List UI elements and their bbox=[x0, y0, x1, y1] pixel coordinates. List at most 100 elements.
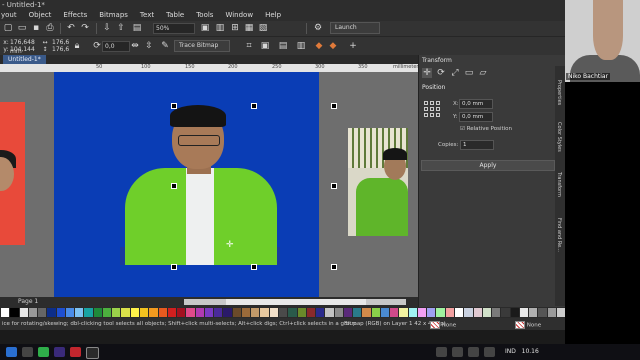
clock[interactable]: 10.16 bbox=[522, 348, 539, 355]
color-swatch[interactable] bbox=[343, 308, 353, 317]
windows-start-icon[interactable] bbox=[6, 347, 17, 357]
grid-icon[interactable]: ▦ bbox=[244, 23, 254, 33]
color-swatch[interactable] bbox=[149, 308, 158, 317]
selection-handle-top-right[interactable] bbox=[331, 103, 337, 109]
scrollbar-thumb[interactable] bbox=[226, 299, 366, 305]
tray-icon[interactable] bbox=[484, 347, 495, 357]
to-front-icon[interactable]: ◆ bbox=[314, 41, 324, 51]
color-swatch[interactable] bbox=[325, 308, 334, 317]
color-swatch[interactable] bbox=[204, 308, 214, 317]
color-swatch[interactable] bbox=[297, 308, 306, 317]
color-swatch[interactable] bbox=[362, 308, 371, 317]
color-swatch[interactable] bbox=[278, 308, 288, 317]
color-swatch[interactable] bbox=[399, 308, 408, 317]
mirror-horizontal-icon[interactable]: ⇹ bbox=[130, 41, 140, 51]
color-swatch[interactable] bbox=[75, 308, 84, 317]
pdf-icon[interactable]: ▤ bbox=[132, 23, 142, 33]
color-swatch[interactable] bbox=[269, 308, 278, 317]
tab-color-styles[interactable]: Color Styles bbox=[556, 122, 562, 152]
color-swatch[interactable] bbox=[121, 308, 130, 317]
redo-icon[interactable]: ↷ bbox=[80, 23, 90, 33]
status-fill[interactable]: None bbox=[430, 321, 456, 329]
color-swatch[interactable] bbox=[38, 308, 47, 317]
color-swatch[interactable] bbox=[167, 308, 177, 317]
color-swatch[interactable] bbox=[214, 308, 223, 317]
selection-handle-bottom-right[interactable] bbox=[331, 264, 337, 270]
open-icon[interactable]: ▭ bbox=[17, 23, 27, 33]
photo-thumbnail-left[interactable] bbox=[0, 102, 25, 245]
tab-find-replace[interactable]: Find and Re... bbox=[556, 218, 562, 252]
menu-table[interactable]: Table bbox=[160, 10, 190, 21]
menu-tools[interactable]: Tools bbox=[190, 10, 219, 21]
skew-mode-icon[interactable]: ▱ bbox=[478, 68, 488, 78]
crop-bitmap-icon[interactable]: ⌗ bbox=[244, 41, 254, 51]
mirror-vertical-icon[interactable]: ⇳ bbox=[144, 41, 154, 51]
selection-handle-right[interactable] bbox=[331, 183, 337, 189]
rotate-mode-icon[interactable]: ⟳ bbox=[436, 68, 446, 78]
color-swatch[interactable] bbox=[102, 308, 112, 317]
launch-button[interactable]: Launch bbox=[330, 22, 380, 34]
zoom-level-field[interactable]: 50% bbox=[153, 23, 195, 34]
color-swatch[interactable] bbox=[436, 308, 445, 317]
page-tab[interactable]: Page 1 bbox=[18, 298, 38, 305]
color-swatch[interactable] bbox=[139, 308, 149, 317]
color-swatch[interactable] bbox=[28, 308, 38, 317]
color-swatch[interactable] bbox=[547, 308, 556, 317]
color-swatch[interactable] bbox=[371, 308, 380, 317]
color-swatch[interactable] bbox=[538, 308, 547, 317]
to-back-icon[interactable]: ◆ bbox=[328, 41, 338, 51]
color-swatch[interactable] bbox=[334, 308, 343, 317]
color-swatch[interactable] bbox=[427, 308, 436, 317]
input-language[interactable]: IND bbox=[505, 348, 516, 355]
save-icon[interactable]: ▪ bbox=[31, 23, 41, 33]
color-swatch[interactable] bbox=[47, 308, 56, 317]
app-icon[interactable] bbox=[70, 347, 81, 357]
y-offset-field[interactable]: 0,0 mm bbox=[459, 112, 493, 122]
color-swatch[interactable] bbox=[529, 308, 538, 317]
color-swatch[interactable] bbox=[260, 308, 269, 317]
undo-icon[interactable]: ↶ bbox=[66, 23, 76, 33]
menu-layout[interactable]: yout bbox=[0, 10, 23, 21]
selection-handle-bottom-left[interactable] bbox=[171, 264, 177, 270]
color-swatch[interactable] bbox=[223, 308, 232, 317]
color-swatch[interactable] bbox=[473, 308, 482, 317]
color-swatch[interactable] bbox=[241, 308, 251, 317]
color-swatch[interactable] bbox=[455, 308, 464, 317]
guidelines-icon[interactable]: ▧ bbox=[258, 23, 268, 33]
export-icon[interactable]: ⇧ bbox=[116, 23, 126, 33]
trace-bitmap-button[interactable]: Trace Bitmap bbox=[174, 40, 230, 52]
new-document-icon[interactable]: ▢ bbox=[3, 23, 13, 33]
color-swatch[interactable] bbox=[556, 308, 566, 317]
tray-icon[interactable] bbox=[468, 347, 479, 357]
wrap-text-icon[interactable]: ▥ bbox=[296, 41, 306, 51]
menu-object[interactable]: Object bbox=[23, 10, 58, 21]
color-swatch[interactable] bbox=[158, 308, 167, 317]
apply-button[interactable]: Apply bbox=[421, 160, 555, 171]
color-swatch[interactable] bbox=[19, 308, 28, 317]
app-icon[interactable] bbox=[86, 347, 99, 359]
color-swatch[interactable] bbox=[84, 308, 93, 317]
color-swatch[interactable] bbox=[445, 308, 455, 317]
document-tab[interactable]: Untitled-1* bbox=[3, 55, 46, 64]
color-swatch[interactable] bbox=[65, 308, 75, 317]
menu-help[interactable]: Help bbox=[259, 10, 287, 21]
rotation-angle-field[interactable]: 0,0 bbox=[102, 41, 130, 52]
color-swatch[interactable] bbox=[306, 308, 316, 317]
color-swatch[interactable] bbox=[519, 308, 529, 317]
color-swatch[interactable] bbox=[353, 308, 362, 317]
color-swatch[interactable] bbox=[417, 308, 427, 317]
color-swatch[interactable] bbox=[93, 308, 102, 317]
resample-icon[interactable]: ▣ bbox=[260, 41, 270, 51]
color-swatch[interactable] bbox=[195, 308, 204, 317]
print-icon[interactable]: ⎙ bbox=[45, 23, 55, 33]
menu-bitmaps[interactable]: Bitmaps bbox=[93, 10, 134, 21]
tab-transform[interactable]: Transform bbox=[556, 172, 562, 197]
color-swatch[interactable] bbox=[492, 308, 501, 317]
size-mode-icon[interactable]: ▭ bbox=[464, 68, 474, 78]
copies-field[interactable]: 1 bbox=[460, 140, 494, 150]
tray-icon[interactable] bbox=[436, 347, 447, 357]
color-swatch[interactable] bbox=[130, 308, 139, 317]
color-swatch[interactable] bbox=[1, 308, 10, 317]
color-swatch[interactable] bbox=[112, 308, 121, 317]
color-swatch[interactable] bbox=[316, 308, 325, 317]
